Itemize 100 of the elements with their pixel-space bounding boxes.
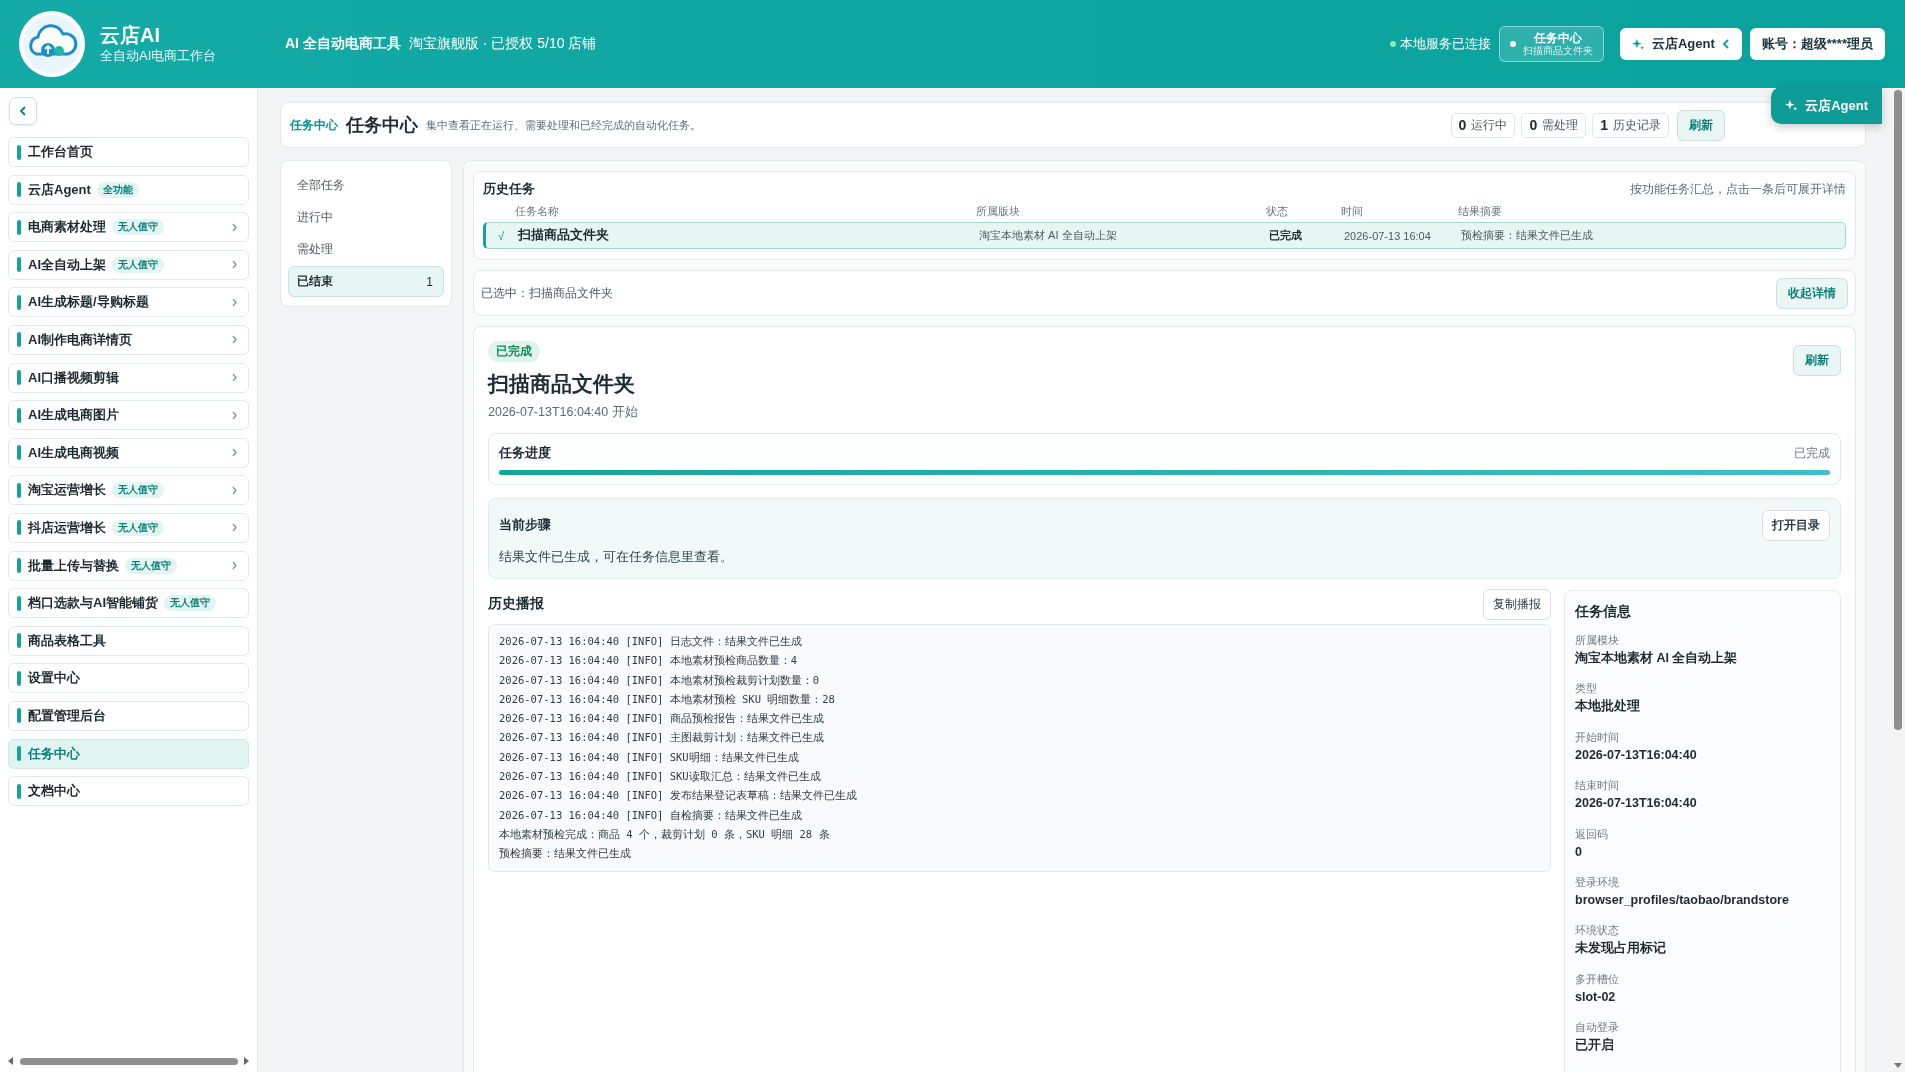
- selection-text: 已选中：扫描商品文件夹: [481, 284, 613, 302]
- section-hint: 按功能任务汇总，点击一条后可展开详情: [1630, 181, 1846, 198]
- log-line: 2026-07-13 16:04:40 [INFO] SKU明细：结果文件已生成: [499, 749, 800, 765]
- field-value: 未发现占用标记: [1575, 940, 1667, 958]
- log-line: 2026-07-13 16:04:40 [INFO] 自检摘要：结果文件已生成: [499, 807, 803, 823]
- refresh-button[interactable]: 刷新: [1793, 345, 1841, 376]
- stat-chip: 1 历史记录: [1592, 112, 1669, 138]
- sidebar-item[interactable]: 任务中心: [8, 738, 249, 769]
- field-label: 环境状态: [1575, 923, 1620, 939]
- field-value: 2026-07-13T16:04:40: [1575, 746, 1698, 764]
- breadcrumb: 任务中心: [290, 116, 338, 134]
- sparkle-icon: [1785, 99, 1799, 112]
- service-status: 本地服务已连接: [1399, 35, 1491, 53]
- sparkle-icon: [1631, 37, 1645, 51]
- field-value: slot-02: [1575, 988, 1617, 1006]
- step-text: 结果文件已生成，可在任务信息里查看。: [499, 549, 734, 566]
- page-title: 任务中心: [346, 114, 418, 137]
- field-label: 结束时间: [1575, 778, 1620, 794]
- section-title: 历史播报: [488, 595, 544, 613]
- column-header: 所属版块: [976, 203, 1021, 219]
- mode-badge: 无人值守: [125, 557, 177, 574]
- mode-badge: 无人值守: [112, 519, 164, 536]
- mode-badge: 全功能: [96, 181, 139, 198]
- sidebar-item[interactable]: AI生成电商视频: [8, 437, 249, 468]
- mode-badge: 无人值守: [112, 219, 164, 236]
- log-line: 2026-07-13 16:04:40 [INFO] 商品预检报告：结果文件已生成: [499, 711, 825, 727]
- sidebar-item[interactable]: AI生成电商图片: [8, 400, 249, 431]
- field-label: 开始时间: [1575, 729, 1620, 745]
- log-line: 2026-07-13 16:04:40 [INFO] 主图裁剪计划：结果文件已生成: [499, 730, 825, 746]
- field-label: 登录环境: [1575, 874, 1620, 890]
- app-name: 云店AI: [100, 23, 161, 47]
- card-title: 当前步骤: [499, 517, 551, 534]
- field-label: 所属模块: [1575, 633, 1620, 648]
- open-folder-button[interactable]: 打开目录: [1762, 510, 1830, 541]
- column-header: 状态: [1266, 203, 1289, 219]
- stat-chip: 0 需处理: [1521, 112, 1587, 138]
- app-tagline: 全自动AI电商工作台: [100, 47, 218, 65]
- sidebar-item[interactable]: AI制作电商详情页: [8, 324, 249, 355]
- collapse-sidebar-button[interactable]: [9, 97, 37, 125]
- task-title: 扫描商品文件夹: [488, 371, 636, 397]
- agent-button[interactable]: 云店Agent: [1619, 28, 1742, 60]
- log-line: 2026-07-13 16:04:40 [INFO] 日志文件：结果文件已生成: [499, 634, 803, 649]
- refresh-button[interactable]: 刷新: [1677, 109, 1725, 141]
- sidebar-item[interactable]: 配置管理后台: [8, 700, 249, 731]
- stat-chip: 0 运行中: [1450, 112, 1516, 138]
- log-line: 2026-07-13 16:04:40 [INFO] 发布结果登记表草稿：结果文件已生成: [499, 788, 858, 804]
- field-value: 已开启: [1575, 1036, 1615, 1055]
- column-header: 时间: [1341, 203, 1364, 219]
- log-line: 2026-07-13 16:04:40 [INFO] SKU读取汇总：结果文件已生成: [499, 769, 822, 785]
- progress-state: 已完成: [1794, 445, 1830, 462]
- mode-badge: 无人值守: [164, 595, 216, 612]
- column-header: 结果摘要: [1458, 203, 1503, 219]
- sidebar-item[interactable]: AI生成标题/导购标题: [8, 287, 249, 318]
- card-title: 任务进度: [499, 445, 551, 462]
- card-title: 任务信息: [1575, 603, 1632, 621]
- chevron-icon: [19, 106, 27, 116]
- filter-item[interactable]: 全部任务: [288, 170, 444, 201]
- log-line: 2026-07-13 16:04:40 [INFO] 本地素材预检裁剪计划数量：0: [499, 672, 820, 688]
- sidebar-item[interactable]: AI口播视频剪辑: [8, 362, 249, 393]
- section-title: 历史任务: [483, 181, 535, 198]
- field-value: 本地批处理: [1575, 698, 1641, 716]
- mode-badge: 无人值守: [112, 256, 164, 273]
- sidebar-item[interactable]: 设置中心: [8, 663, 249, 694]
- field-value: 2026-07-13T16:04:40: [1575, 795, 1698, 813]
- status-badge: 已完成: [488, 341, 540, 362]
- mode-badge: 无人值守: [112, 482, 164, 499]
- sidebar-item[interactable]: 抖店运营增长 无人值守: [8, 512, 249, 543]
- sidebar-item[interactable]: 批量上传与替换 无人值守: [8, 550, 249, 581]
- filter-item[interactable]: 已结束 1: [288, 266, 444, 297]
- sidebar-item[interactable]: AI全自动上架 无人值守: [8, 249, 249, 280]
- sidebar-item[interactable]: 工作台首页: [8, 137, 249, 167]
- license-info: 淘宝旗舰版 · 已授权 5/10 店铺: [408, 35, 597, 53]
- sidebar-item[interactable]: 商品表格工具: [8, 625, 249, 656]
- product-name: AI 全自动电商工具: [285, 35, 401, 53]
- account-button[interactable]: 账号：超级****理员: [1749, 28, 1885, 60]
- filter-item[interactable]: 需处理: [288, 234, 444, 265]
- scrollbar[interactable]: [1893, 90, 1902, 730]
- column-header: 任务名称: [515, 203, 560, 219]
- sidebar-item[interactable]: 云店Agent 全功能: [8, 174, 249, 205]
- log-line: 本地素材预检完成：商品 4 个，裁剪计划 0 条，SKU 明细 28 条: [499, 826, 831, 842]
- field-value: browser_profiles/taobao/brandstore: [1575, 891, 1790, 909]
- log-line: 2026-07-13 16:04:40 [INFO] 本地素材预检商品数量：4: [499, 653, 798, 669]
- sidebar-item[interactable]: 档口选款与AI智能铺货 无人值守: [8, 588, 249, 619]
- sidebar-item[interactable]: 电商素材处理 无人值守: [8, 212, 249, 243]
- log-line: 预检摘要：结果文件已生成: [499, 846, 632, 862]
- sidebar-item[interactable]: 淘宝运营增长 无人值守: [8, 475, 249, 506]
- field-value: 淘宝本地素材 AI 全自动上架: [1575, 649, 1739, 667]
- log-line: 2026-07-13 16:04:40 [INFO] 本地素材预检 SKU 明细数量：28: [499, 691, 836, 707]
- collapse-button[interactable]: 收起详情: [1776, 277, 1848, 309]
- field-value: 0: [1575, 843, 1583, 861]
- copy-button[interactable]: 复制播报: [1483, 588, 1551, 620]
- field-label: 返回码: [1575, 826, 1609, 842]
- filter-item[interactable]: 进行中: [288, 202, 444, 233]
- field-label: 自动登录: [1575, 1020, 1620, 1036]
- task-row[interactable]: √ 扫描商品文件夹 淘宝本地素材 AI 全自动上架 已完成 2026-07-13 16:04 预检摘要：结果文件已生成: [483, 222, 1846, 249]
- sidebar-item[interactable]: 文档中心: [8, 776, 249, 807]
- field-label: 多开槽位: [1575, 971, 1620, 987]
- start-time: 2026-07-13T16:04:40 开始: [488, 404, 638, 421]
- page-description: 集中查看正在运行、需要处理和已经完成的自动化任务。: [426, 117, 701, 133]
- chevron-icon: [1721, 39, 1730, 49]
